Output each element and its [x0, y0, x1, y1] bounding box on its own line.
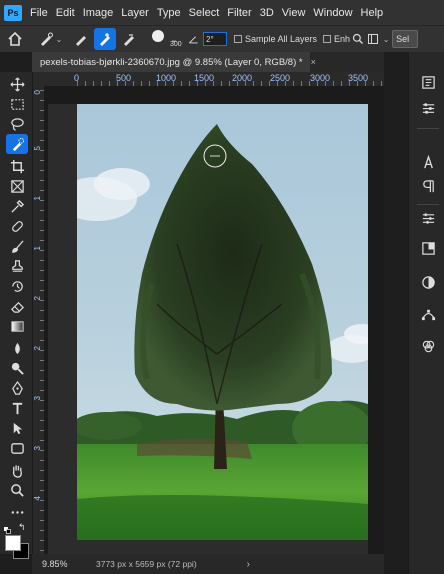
marquee-tool-icon[interactable] [6, 94, 28, 114]
panel-gutter [384, 52, 408, 574]
select-subject-button[interactable]: Sel [392, 30, 419, 48]
menu-file[interactable]: File [30, 7, 48, 19]
eraser-tool-icon[interactable] [6, 296, 28, 316]
document-tab-title: pexels-tobias-bjørkli-2360670.jpg @ 9.85… [40, 56, 303, 68]
document-tab[interactable]: pexels-tobias-bjørkli-2360670.jpg @ 9.85… [32, 52, 316, 72]
paths-panel-icon[interactable] [417, 304, 439, 324]
tool-preset-picker[interactable]: ⌄ [30, 28, 70, 50]
menu-type[interactable]: Type [157, 7, 181, 19]
tools-panel: ↰ [0, 72, 33, 554]
angle-field-wrapper [200, 28, 230, 50]
brush-tip-icon [152, 30, 164, 42]
clone-stamp-tool-icon[interactable] [6, 256, 28, 276]
lasso-tool-icon[interactable] [6, 114, 28, 134]
close-tab-button[interactable]: × [311, 57, 316, 67]
options-bar: ⌄ 300 ⌄ Sample All Layers Enh ⌄ Sel [0, 25, 444, 52]
menu-edit[interactable]: Edit [56, 7, 75, 19]
swap-colors-icon[interactable]: ↰ [18, 522, 26, 533]
sample-all-layers-checkbox[interactable] [234, 35, 242, 43]
channels-panel-icon[interactable] [417, 336, 439, 356]
character-panel-icon[interactable] [417, 152, 439, 172]
ruler-label: 2000 [232, 73, 253, 83]
enhance-checkbox[interactable] [323, 35, 332, 43]
horizontal-ruler[interactable]: 0 500 1000 1500 2000 2500 3000 3500 [44, 72, 384, 87]
panel-dock [408, 52, 444, 574]
dodge-tool-icon[interactable] [6, 358, 28, 378]
menu-image[interactable]: Image [83, 7, 114, 19]
panel-divider [417, 128, 439, 129]
photoshop-logo[interactable]: Ps [4, 4, 22, 21]
search-icon[interactable] [350, 28, 366, 50]
properties-panel-icon[interactable] [417, 98, 439, 118]
foreground-color-swatch[interactable] [5, 535, 21, 551]
history-brush-tool-icon[interactable] [6, 276, 28, 296]
menu-bar: Ps File Edit Image Layer Type Select Fil… [0, 0, 444, 25]
color-panel-icon[interactable] [417, 272, 439, 292]
ruler-label: 500 [116, 73, 132, 83]
chevron-down-icon: ⌄ [55, 34, 63, 44]
angle-input[interactable] [203, 32, 227, 46]
home-icon[interactable] [0, 28, 30, 50]
pen-tool-icon[interactable] [6, 378, 28, 398]
brush-picker[interactable] [148, 28, 168, 50]
ruler-label: 2500 [270, 73, 291, 83]
menu-layer[interactable]: Layer [121, 7, 149, 19]
enhance-label: Enh [334, 34, 351, 44]
angle-icon [186, 28, 200, 50]
brush-size-value: 300 [170, 41, 182, 48]
ruler-origin[interactable] [32, 72, 44, 86]
more-tools-icon[interactable] [6, 502, 28, 522]
gradient-tool-icon[interactable] [6, 316, 28, 336]
eyedropper-tool-icon[interactable] [6, 196, 28, 216]
enhance-option[interactable]: Enh [323, 28, 350, 50]
adjustments-panel-icon[interactable] [417, 208, 439, 228]
photo-tree-in-meadow[interactable] [77, 104, 368, 540]
paragraph-panel-icon[interactable] [417, 176, 439, 196]
move-tool-icon[interactable] [6, 74, 28, 94]
ruler-label: 3000 [310, 73, 331, 83]
menu-filter[interactable]: Filter [227, 7, 251, 19]
zoom-tool-icon[interactable] [6, 480, 28, 500]
panel-divider [417, 204, 439, 205]
brush-tool-icon[interactable] [6, 236, 28, 256]
workspace-icon[interactable] [366, 28, 380, 50]
menu-view[interactable]: View [282, 7, 306, 19]
history-panel-icon[interactable] [417, 72, 439, 92]
add-to-selection-brush-button[interactable] [94, 28, 116, 50]
menu-select[interactable]: Select [189, 7, 220, 19]
workspace-chevron-icon[interactable]: ⌄ [380, 28, 392, 50]
healing-brush-tool-icon[interactable] [6, 216, 28, 236]
crop-tool-icon[interactable] [6, 156, 28, 176]
tree-photo-image [77, 104, 368, 540]
zoom-level-field[interactable]: 9.85% [42, 559, 82, 569]
document-dimensions: 3773 px x 5659 px (72 ppi) [96, 559, 197, 569]
menu-3d[interactable]: 3D [260, 7, 274, 19]
menu-help[interactable]: Help [361, 7, 384, 19]
blur-tool-icon[interactable] [6, 338, 28, 358]
document-tab-bar: pexels-tobias-bjørkli-2360670.jpg @ 9.85… [32, 52, 384, 72]
new-selection-brush-button[interactable] [70, 28, 92, 50]
rectangle-tool-icon[interactable] [6, 438, 28, 458]
menu-window[interactable]: Window [313, 7, 352, 19]
type-tool-icon[interactable] [6, 398, 28, 418]
frame-tool-icon[interactable] [6, 176, 28, 196]
hand-tool-icon[interactable] [6, 460, 28, 480]
subtract-from-selection-brush-button[interactable] [118, 28, 140, 50]
status-bar: 9.85% 3773 px x 5659 px (72 ppi) › [32, 554, 384, 574]
quick-selection-tool-icon[interactable] [6, 134, 28, 154]
sample-all-layers-option[interactable]: Sample All Layers [234, 28, 317, 50]
path-selection-tool-icon[interactable] [6, 418, 28, 438]
libraries-panel-icon[interactable] [417, 238, 439, 258]
status-menu-arrow-icon[interactable]: › [247, 559, 250, 570]
document-canvas[interactable] [44, 86, 384, 554]
sample-all-layers-label: Sample All Layers [245, 34, 318, 44]
